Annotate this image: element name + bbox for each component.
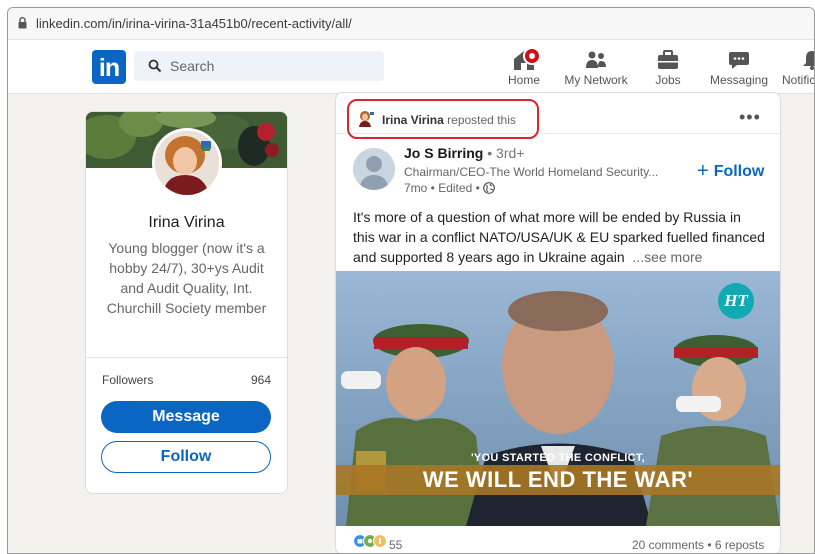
followers-label: Followers [102, 373, 154, 387]
follow-button[interactable]: Follow [101, 441, 271, 473]
url-text[interactable]: linkedin.com/in/irina-virina-31a451b0/re… [36, 16, 352, 31]
nav-jobs-label: Jobs [655, 73, 681, 87]
author-avatar[interactable] [353, 148, 395, 190]
linkedin-logo[interactable]: in [92, 50, 126, 84]
image-caption-top: 'YOU STARTED THE CONFLICT, [471, 452, 645, 464]
avatar-image [155, 131, 219, 195]
default-person-icon [353, 148, 395, 190]
followers-count: 964 [250, 373, 271, 387]
browser-window: linkedin.com/in/irina-virina-31a451b0/re… [7, 7, 815, 554]
author-name[interactable]: Jo S Birring [404, 145, 483, 161]
reposter-avatar[interactable] [358, 110, 375, 127]
search-input[interactable] [170, 51, 370, 81]
address-bar[interactable]: linkedin.com/in/irina-virina-31a451b0/re… [8, 8, 814, 40]
nav-home[interactable]: Home [504, 44, 544, 92]
comments-reposts-count[interactable]: 20 comments • 6 reposts [632, 538, 764, 552]
profile-avatar[interactable] [152, 128, 222, 198]
profile-headline: Young blogger (now it's a hobby 24/7), 3… [106, 240, 267, 316]
connection-degree: • 3rd+ [487, 145, 525, 161]
profile-name[interactable]: Irina Virina [86, 214, 287, 232]
plus-icon: + [697, 160, 709, 182]
nav-notifications-label: Notific [782, 73, 815, 87]
nav-my-network[interactable]: My Network [561, 44, 631, 92]
lock-icon [18, 17, 27, 29]
top-navigation: in Home My Network [8, 40, 814, 94]
nav-jobs[interactable]: Jobs [651, 44, 685, 92]
image-caption-main: WE WILL END THE WAR' [422, 467, 694, 492]
post-text: It's more of a question of what more wil… [353, 209, 765, 265]
nav-network-label: My Network [564, 73, 628, 87]
follow-author-label: Follow [713, 163, 765, 180]
globe-icon [482, 182, 495, 194]
repost-action-text: reposted this [447, 113, 516, 127]
search-box[interactable] [134, 51, 384, 81]
search-icon [148, 59, 162, 73]
card-divider [86, 357, 287, 358]
reaction-count[interactable]: 55 [389, 538, 402, 552]
profile-card: Irina Virina Young blogger (now it's a h… [85, 111, 288, 494]
repost-header: Irina Virina reposted this ••• [336, 93, 780, 139]
nav-notifications[interactable]: Notific [782, 44, 815, 92]
ht-logo: HT [718, 283, 754, 319]
reposter-name-line: Irina Virina reposted this [382, 113, 516, 127]
network-icon [586, 51, 606, 68]
post-image[interactable]: HT 'YOU STARTED THE CONFLICT, WE WILL EN… [336, 271, 780, 526]
nav-messaging-label: Messaging [709, 73, 769, 87]
nav-home-label: Home [507, 73, 540, 87]
nav-messaging[interactable]: Messaging [708, 44, 770, 92]
post-time-line: 7mo • Edited • [404, 181, 495, 195]
follow-author-button[interactable]: + Follow [697, 160, 764, 183]
messaging-icon [729, 52, 749, 69]
notification-badge [523, 47, 541, 65]
post-timestamp: 7mo • Edited • [404, 181, 480, 195]
author-title: Chairman/CEO-The World Homeland Security… [404, 165, 659, 179]
author-name-line: Jo S Birring • 3rd+ [404, 145, 524, 161]
briefcase-icon [658, 50, 678, 69]
reposter-name[interactable]: Irina Virina [382, 113, 444, 127]
message-button[interactable]: Message [101, 401, 271, 433]
bell-icon [803, 51, 814, 70]
more-options-icon[interactable]: ••• [739, 107, 761, 128]
see-more-link[interactable]: ...see more [632, 249, 702, 265]
post-text-block: It's more of a question of what more wil… [353, 207, 765, 267]
feed-post: Irina Virina reposted this ••• Jo S Birr… [335, 92, 781, 553]
